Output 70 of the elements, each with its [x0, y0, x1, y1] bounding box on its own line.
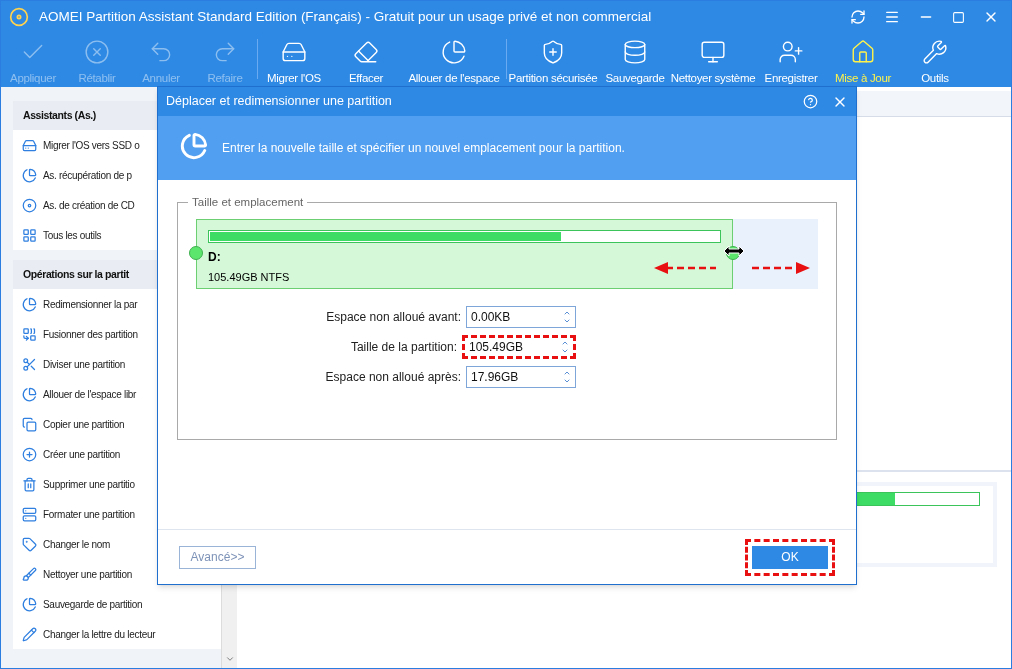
field-label: Espace non alloué avant: [326, 309, 461, 326]
sidebar-item[interactable]: Supprimer une partitio [13, 469, 221, 499]
maximize-icon[interactable] [952, 10, 965, 24]
sidebar-item[interactable]: Fusionner des partition [13, 319, 221, 349]
x-circle-icon [84, 39, 110, 65]
trash-icon [22, 476, 37, 492]
sidebar-item[interactable]: Migrer l'OS vers SSD o [13, 130, 221, 160]
house-icon [850, 39, 876, 65]
down-icon[interactable] [563, 317, 571, 325]
sidebar-item[interactable]: As. récupération de p [13, 160, 221, 190]
size-field[interactable]: 0.00KB [466, 306, 576, 328]
up-icon[interactable] [563, 309, 571, 317]
partition-block[interactable]: D: 105.49GB NTFS [196, 219, 733, 289]
down-icon[interactable] [561, 347, 569, 355]
window-title: AOMEI Partition Assistant Standard Edition (Français) - Gratuit pour un usage privé et non commercial [39, 7, 652, 26]
up-icon[interactable] [563, 369, 571, 377]
ok-button[interactable]: OK [752, 545, 828, 569]
monitor-icon [700, 39, 726, 65]
pie-chart-icon [441, 39, 467, 65]
sidebar-item[interactable]: Diviser une partition [13, 349, 221, 379]
sidebar-item[interactable]: Redimensionner la par [13, 289, 221, 319]
size-field[interactable]: 105.49GB [462, 335, 576, 359]
dashed-arrow-icon [654, 262, 716, 274]
tag-icon [22, 536, 37, 552]
pie-chart-icon [22, 596, 37, 612]
brush-icon [22, 566, 37, 582]
toolbar-button[interactable]: Effacer [330, 33, 402, 88]
toolbar-button[interactable]: Allouer de l'espace [402, 33, 506, 88]
disc-icon [22, 197, 37, 213]
sidebar-item[interactable]: Allouer de l'espace libr [13, 379, 221, 409]
pie-chart-icon [22, 386, 37, 402]
toolbar-button[interactable]: Nettoyer système [671, 33, 755, 88]
sidebar-item[interactable]: Formater une partition [13, 499, 221, 529]
size-field[interactable]: 17.96GB [466, 366, 576, 388]
grid-icon [22, 227, 37, 243]
copy-icon [22, 416, 37, 432]
left-handle[interactable] [189, 246, 203, 260]
instruction-text: Entrer la nouvelle taille et spécifier un nouvel emplacement pour la partition. [222, 140, 625, 157]
sidebar-item[interactable]: Changer la lettre du lecteur [13, 619, 221, 649]
up-icon[interactable] [561, 339, 569, 347]
menu-icon[interactable] [884, 9, 900, 25]
user-add-icon [778, 39, 804, 65]
down-icon[interactable] [563, 377, 571, 385]
toolbar-button[interactable]: Enregistrer [755, 33, 827, 88]
drive-icon [22, 506, 37, 522]
toolbar-button[interactable]: Migrer l'OS [258, 33, 330, 88]
database-icon [622, 39, 648, 65]
pencil-icon [22, 626, 37, 642]
scroll-down-icon[interactable] [224, 654, 235, 664]
drive-icon [22, 137, 37, 153]
eraser-icon [353, 39, 379, 65]
squares-icon [22, 326, 37, 342]
scissors-icon [22, 356, 37, 372]
sidebar-item[interactable]: Créer une partition [13, 439, 221, 469]
field-label: Taille de la partition: [350, 339, 457, 356]
resize-cursor-icon [723, 245, 745, 257]
toolbar-button[interactable]: Partition sécurisée [507, 33, 599, 88]
plus-circle-icon [22, 446, 37, 462]
sidebar-item[interactable]: Copier une partition [13, 409, 221, 439]
pie-chart-icon [22, 167, 37, 183]
dashed-arrow-icon [752, 262, 810, 274]
toolbar-button[interactable]: Sauvegarde [599, 33, 671, 88]
app-logo-icon [9, 7, 29, 27]
refresh-icon[interactable] [850, 9, 866, 25]
field-label: Espace non alloué après: [325, 369, 461, 386]
help-icon[interactable] [803, 94, 818, 109]
toolbar-button[interactable]: Outils [899, 33, 971, 88]
wrench-icon [922, 39, 948, 65]
pie-chart-icon [22, 296, 37, 312]
sidebar-item[interactable]: Sauvegarde de partition [13, 589, 221, 619]
